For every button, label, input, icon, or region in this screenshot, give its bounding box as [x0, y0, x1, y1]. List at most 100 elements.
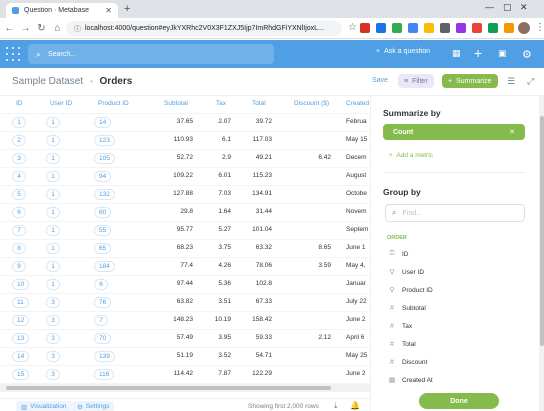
cell-id-link[interactable]: 13 — [12, 333, 30, 344]
column-header-product-id[interactable]: Product ID — [98, 100, 129, 107]
cell-product-id-link[interactable]: 132 — [94, 189, 115, 200]
maximize-icon[interactable]: ▢ — [503, 2, 512, 13]
extension-icon[interactable] — [440, 23, 450, 33]
cell-user-id-link[interactable]: 1 — [46, 135, 60, 146]
create-new-icon[interactable]: + — [474, 45, 482, 61]
cell-product-id-link[interactable]: 105 — [94, 153, 115, 164]
cell-user-id-link[interactable]: 1 — [46, 117, 60, 128]
summarize-button[interactable]: + Summarize — [442, 74, 498, 88]
cell-product-id-link[interactable]: 94 — [94, 171, 112, 182]
notebook-icon[interactable]: ☰ — [507, 76, 515, 87]
cell-user-id-link[interactable]: 3 — [46, 351, 60, 362]
remove-metric-icon[interactable]: ✕ — [509, 128, 515, 136]
save-button[interactable]: Save — [372, 77, 388, 84]
group-by-field-created-at[interactable]: ▦ Created At — [385, 372, 525, 388]
browse-data-icon[interactable]: ▦ — [452, 48, 461, 59]
star-icon[interactable]: ☆ — [348, 22, 357, 33]
column-header-id[interactable]: ID — [16, 100, 23, 107]
profile-avatar[interactable] — [518, 22, 530, 34]
done-button[interactable]: Done — [419, 393, 499, 409]
extension-icon[interactable] — [392, 23, 402, 33]
cell-id-link[interactable]: 11 — [12, 297, 29, 308]
cell-product-id-link[interactable]: 139 — [94, 351, 115, 362]
cell-product-id-link[interactable]: 70 — [94, 333, 112, 344]
breadcrumb-table[interactable]: Orders — [100, 76, 133, 87]
back-icon[interactable]: ← — [3, 23, 16, 34]
cell-id-link[interactable]: 5 — [12, 189, 26, 200]
cell-product-id-link[interactable]: 6 — [94, 279, 108, 290]
cell-id-link[interactable]: 14 — [12, 351, 30, 362]
cell-user-id-link[interactable]: 3 — [46, 297, 60, 308]
cell-product-id-link[interactable]: 184 — [94, 261, 115, 272]
horizontal-scrollbar[interactable] — [0, 384, 370, 392]
cell-product-id-link[interactable]: 14 — [94, 117, 112, 128]
browser-tab[interactable]: Question · Metabase ✕ — [6, 3, 118, 18]
settings-button[interactable]: ⚙ Settings — [72, 401, 115, 411]
cell-product-id-link[interactable]: 55 — [94, 225, 112, 236]
home-icon[interactable]: ⌂ — [51, 23, 64, 34]
extension-icon[interactable] — [360, 23, 370, 33]
cell-id-link[interactable]: 10 — [12, 279, 30, 290]
metabase-logo-icon[interactable] — [6, 47, 20, 61]
cell-id-link[interactable]: 1 — [12, 117, 26, 128]
cell-user-id-link[interactable]: 1 — [46, 261, 60, 272]
cell-product-id-link[interactable]: 7 — [94, 315, 108, 326]
close-tab-icon[interactable]: ✕ — [105, 6, 112, 15]
group-by-field-tax[interactable]: # Tax — [385, 318, 525, 334]
alert-bell-icon[interactable]: 🔔 — [350, 401, 360, 410]
search-bar[interactable]: ⌕ Search... — [28, 44, 274, 64]
cell-id-link[interactable]: 6 — [12, 207, 26, 218]
cell-user-id-link[interactable]: 3 — [46, 369, 60, 380]
reload-icon[interactable]: ↻ — [35, 23, 48, 34]
column-header-total[interactable]: Total — [252, 100, 266, 107]
cell-user-id-link[interactable]: 1 — [46, 171, 60, 182]
breadcrumb-database[interactable]: Sample Dataset — [12, 76, 83, 87]
extension-icon[interactable] — [376, 23, 386, 33]
cell-product-id-link[interactable]: 76 — [94, 297, 112, 308]
cell-id-link[interactable]: 3 — [12, 153, 26, 164]
column-header-user-id[interactable]: User ID — [50, 100, 72, 107]
minimize-icon[interactable]: — — [485, 2, 494, 12]
column-header-discount[interactable]: Discount ($) — [294, 100, 329, 107]
group-by-field-total[interactable]: # Total — [385, 336, 525, 352]
cell-user-id-link[interactable]: 1 — [46, 279, 60, 290]
cell-id-link[interactable]: 7 — [12, 225, 26, 236]
cell-id-link[interactable]: 12 — [12, 315, 30, 326]
cell-id-link[interactable]: 4 — [12, 171, 26, 182]
activity-icon[interactable]: ▣ — [498, 48, 507, 59]
sidebar-scrollbar[interactable] — [539, 96, 544, 411]
address-bar[interactable]: ⓘ localhost:4000/question#eyJkYXRhc2V0X3… — [66, 21, 342, 36]
cell-user-id-link[interactable]: 3 — [46, 333, 60, 344]
cell-id-link[interactable]: 2 — [12, 135, 26, 146]
column-header-created[interactable]: Created — [346, 100, 369, 107]
forward-icon[interactable]: → — [19, 23, 32, 34]
column-header-subtotal[interactable]: Subtotal — [164, 100, 188, 107]
column-header-tax[interactable]: Tax — [216, 100, 226, 107]
add-metric-button[interactable]: + Add a metric — [389, 152, 433, 159]
cell-user-id-link[interactable]: 1 — [46, 225, 60, 236]
group-by-field-subtotal[interactable]: # Subtotal — [385, 300, 525, 316]
cell-product-id-link[interactable]: 65 — [94, 243, 112, 254]
browser-menu-icon[interactable]: ⋮ — [535, 22, 544, 33]
cell-user-id-link[interactable]: 1 — [46, 153, 60, 164]
download-icon[interactable]: ⤓ — [334, 401, 338, 411]
cell-user-id-link[interactable]: 1 — [46, 243, 60, 254]
settings-gear-icon[interactable]: ⚙ — [522, 48, 532, 61]
extension-icon[interactable] — [408, 23, 418, 33]
extension-icon[interactable] — [424, 23, 434, 33]
extension-icon[interactable] — [504, 23, 514, 33]
cell-product-id-link[interactable]: 123 — [94, 135, 115, 146]
visualization-button[interactable]: ▥ Visualization — [16, 401, 72, 411]
group-by-field-discount[interactable]: # Discount — [385, 354, 525, 370]
cell-user-id-link[interactable]: 1 — [46, 207, 60, 218]
cell-id-link[interactable]: 8 — [12, 243, 26, 254]
extension-icon[interactable] — [472, 23, 482, 33]
group-by-field-user-id[interactable]: ⚲ User ID — [385, 264, 525, 280]
cell-id-link[interactable]: 15 — [12, 369, 30, 380]
metric-count-pill[interactable]: Count ✕ — [383, 124, 525, 140]
extension-icon[interactable] — [456, 23, 466, 33]
new-tab-icon[interactable]: + — [124, 3, 130, 15]
group-by-field-product-id[interactable]: ⚲ Product ID — [385, 282, 525, 298]
cell-product-id-link[interactable]: 116 — [94, 369, 115, 380]
cell-user-id-link[interactable]: 3 — [46, 315, 60, 326]
